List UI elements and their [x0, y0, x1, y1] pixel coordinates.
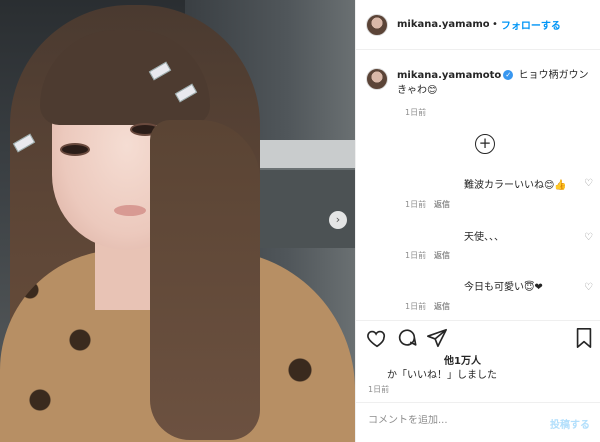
- heart-icon[interactable]: ♡: [584, 232, 593, 243]
- avatar[interactable]: [366, 13, 388, 36]
- comment-text: 今日も可愛い😇❤: [464, 282, 543, 293]
- post-comment-button[interactable]: 投稿する: [550, 416, 590, 431]
- lips: [114, 205, 146, 216]
- bookmark-icon[interactable]: [573, 327, 595, 349]
- action-bar: [356, 320, 600, 354]
- share-paper-plane-icon[interactable]: [426, 327, 448, 349]
- post-time: 1日前: [368, 385, 390, 394]
- caption-time: 1日前: [405, 108, 427, 117]
- reply-button[interactable]: 返信: [434, 250, 450, 261]
- reply-button[interactable]: 返信: [434, 199, 450, 210]
- comment-text: 天使、、、: [464, 232, 504, 243]
- heart-icon[interactable]: ♡: [584, 282, 593, 293]
- post-photo[interactable]: ›: [0, 0, 355, 442]
- separator-dot: •: [492, 19, 498, 30]
- like-heart-icon[interactable]: [366, 327, 388, 349]
- follow-button[interactable]: フォローする: [501, 17, 561, 32]
- caption: mikana.yamamoto ✓ ヒョウ柄ガウンきゃわ😊: [356, 50, 600, 98]
- post-side-panel: mikana.yamamoto • フォローする mikana.yamamoto…: [355, 0, 600, 442]
- left-eye: [60, 143, 90, 156]
- header-username[interactable]: mikana.yamamoto: [397, 19, 489, 30]
- comment-text: 難波カラーいいね😊👍: [464, 180, 567, 191]
- comment-time: 1日前: [405, 200, 427, 209]
- verified-icon: ✓: [503, 70, 514, 80]
- heart-icon[interactable]: ♡: [584, 178, 593, 189]
- comment-input[interactable]: [368, 415, 538, 426]
- next-photo-button[interactable]: ›: [329, 211, 347, 229]
- caption-avatar[interactable]: [366, 68, 388, 90]
- comment-time: 1日前: [405, 251, 427, 260]
- hair-front: [150, 120, 260, 440]
- liked-by-text: か「いいね！」しました: [387, 370, 497, 381]
- reply-button[interactable]: 返信: [434, 301, 450, 312]
- caption-username[interactable]: mikana.yamamoto: [397, 70, 501, 81]
- likes-count[interactable]: 他1万人: [444, 352, 481, 367]
- comment-composer: 投稿する: [356, 402, 600, 442]
- post-header: mikana.yamamoto • フォローする: [356, 0, 600, 50]
- caption-body: mikana.yamamoto ✓ ヒョウ柄ガウンきゃわ😊: [397, 68, 590, 98]
- load-more-comments-button[interactable]: +: [475, 134, 495, 154]
- comment-time: 1日前: [405, 302, 427, 311]
- comment-bubble-icon[interactable]: [396, 327, 418, 349]
